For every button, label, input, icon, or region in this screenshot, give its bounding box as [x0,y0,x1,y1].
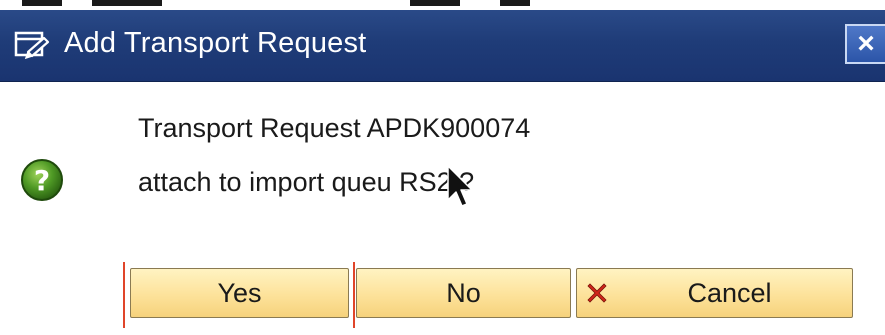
cancel-button-label[interactable]: Cancel [577,269,852,317]
yes-button-label[interactable]: Yes [217,278,261,308]
focus-indicator-right [353,262,355,328]
no-button-label[interactable]: No [446,278,481,308]
background-text-fragment [410,0,460,6]
dialog-window-icon [14,31,50,60]
yes-button[interactable]: Yes [130,268,349,318]
dialog-titlebar: Add Transport Request × [0,10,885,82]
close-icon[interactable]: × [857,27,875,60]
close-button[interactable]: × [845,24,885,64]
message-line-1: Transport Request APDK900074 [138,113,531,143]
question-icon: ? [21,159,63,201]
background-text-fragment [92,0,162,6]
cancel-button[interactable]: Cancel [576,268,853,318]
svg-text:?: ? [34,164,50,197]
message-line-2: attach to import queu RS2 ? [138,167,475,197]
focus-indicator-left [123,262,125,328]
background-text-fragment [22,0,62,6]
background-window-strip [0,0,885,10]
no-button[interactable]: No [356,268,571,318]
dialog-title: Add Transport Request [64,27,367,59]
background-text-fragment [500,0,530,6]
mouse-pointer-icon [447,165,473,207]
